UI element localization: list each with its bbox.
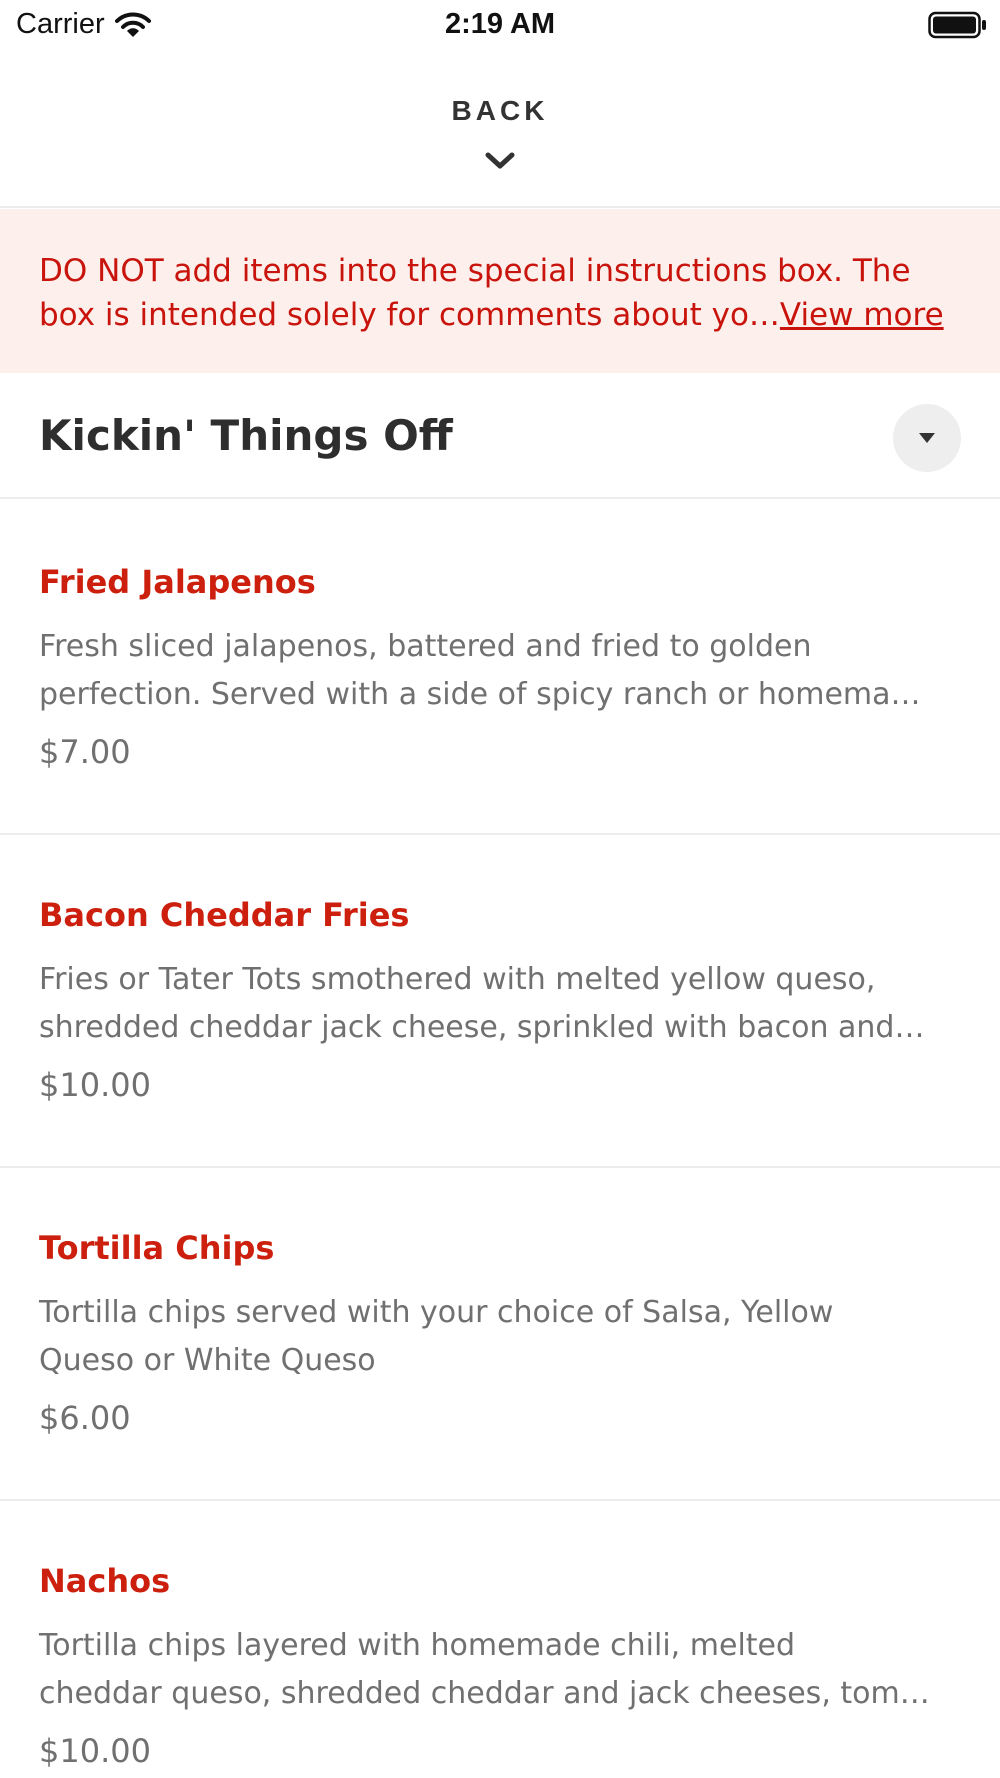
item-price: $10.00 bbox=[39, 1732, 151, 1770]
item-description: Fries or Tater Tots smothered with melte… bbox=[39, 962, 925, 1045]
item-name: Fried Jalapenos bbox=[39, 563, 316, 601]
menu-item-nachos[interactable]: Nachos Tortilla chips layered with homem… bbox=[0, 1500, 1000, 1778]
battery-icon bbox=[928, 11, 986, 39]
section-collapse-button[interactable] bbox=[893, 404, 961, 472]
menu-section-header: Kickin' Things Off bbox=[0, 373, 1000, 499]
section-title: Kickin' Things Off bbox=[39, 411, 453, 460]
item-price: $7.00 bbox=[39, 733, 131, 771]
item-price: $10.00 bbox=[39, 1066, 151, 1104]
caret-down-icon bbox=[919, 433, 935, 443]
item-description: Tortilla chips served with your choice o… bbox=[39, 1295, 834, 1378]
special-instructions-notice: DO NOT add items into the special instru… bbox=[0, 209, 1000, 373]
back-header[interactable]: BACK bbox=[0, 52, 1000, 208]
menu-item-tortilla-chips[interactable]: Tortilla Chips Tortilla chips served wit… bbox=[0, 1167, 1000, 1501]
item-name: Bacon Cheddar Fries bbox=[39, 896, 410, 934]
item-description: Tortilla chips layered with homemade chi… bbox=[39, 1628, 930, 1711]
item-price: $6.00 bbox=[39, 1399, 131, 1437]
notice-text-block: DO NOT add items into the special instru… bbox=[39, 249, 974, 337]
item-name: Nachos bbox=[39, 1562, 171, 1600]
status-bar: Carrier 2:19 AM bbox=[0, 0, 1000, 52]
item-description: Fresh sliced jalapenos, battered and fri… bbox=[39, 629, 921, 712]
item-name: Tortilla Chips bbox=[39, 1229, 275, 1267]
back-button-label[interactable]: BACK bbox=[0, 95, 1000, 127]
chevron-down-icon[interactable] bbox=[484, 150, 516, 172]
status-time: 2:19 AM bbox=[444, 8, 556, 40]
view-more-link[interactable]: View more bbox=[780, 297, 944, 333]
menu-item-bacon-cheddar-fries[interactable]: Bacon Cheddar Fries Fries or Tater Tots … bbox=[0, 834, 1000, 1168]
menu-item-fried-jalapenos[interactable]: Fried Jalapenos Fresh sliced jalapenos, … bbox=[0, 501, 1000, 835]
